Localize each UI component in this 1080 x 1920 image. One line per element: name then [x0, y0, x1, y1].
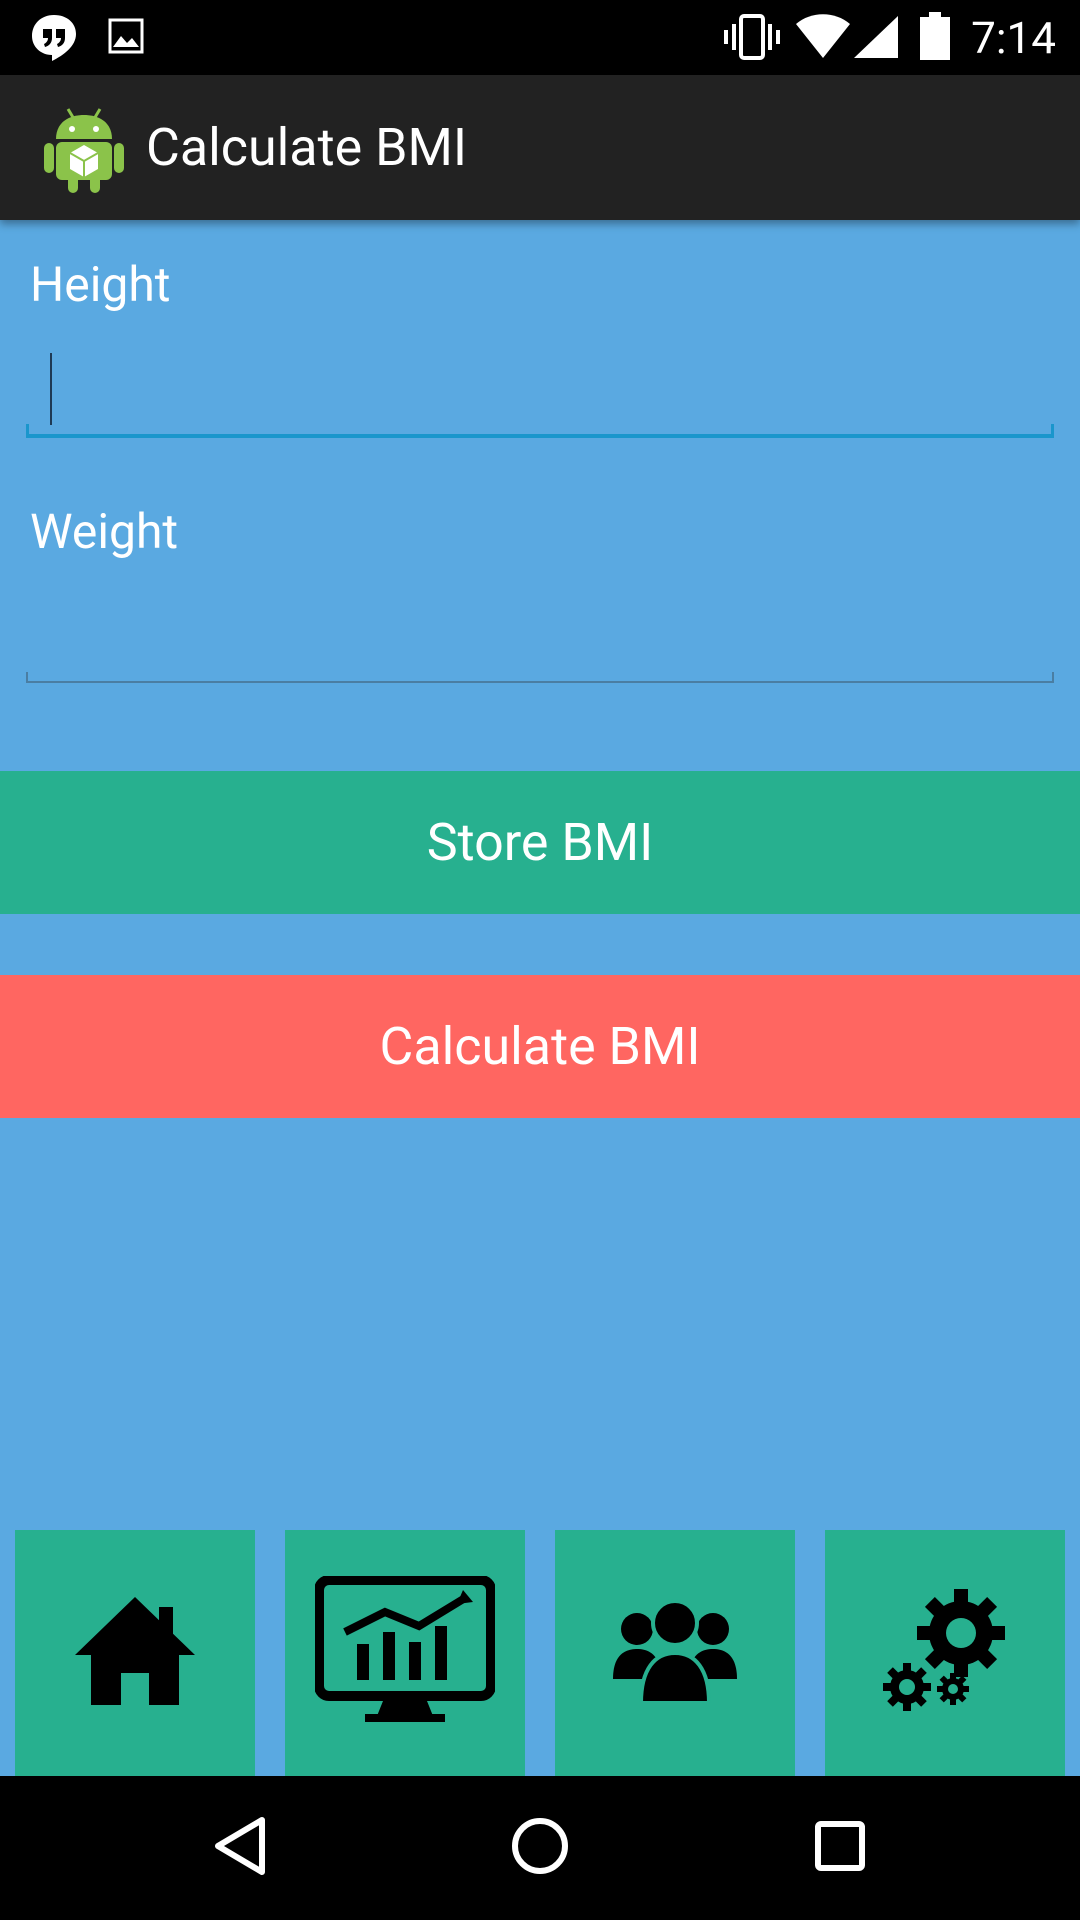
text-cursor — [50, 353, 52, 425]
wifi-icon — [796, 14, 850, 62]
page-title: Calculate BMI — [146, 117, 468, 178]
android-icon — [44, 103, 124, 197]
weight-input[interactable] — [26, 580, 1058, 682]
height-input[interactable] — [26, 340, 1058, 442]
store-bmi-button[interactable]: Store BMI — [0, 771, 1080, 914]
signal-icon — [854, 16, 898, 62]
back-button[interactable] — [160, 1776, 320, 1920]
battery-icon — [920, 12, 950, 64]
weight-input-edge — [1052, 672, 1054, 682]
height-input-edge — [26, 424, 29, 436]
settings-tile[interactable] — [825, 1530, 1065, 1776]
analytics-tile[interactable] — [285, 1530, 525, 1776]
clock: 7:14 — [971, 12, 1056, 64]
weight-input-edge — [26, 672, 28, 682]
users-icon — [613, 1599, 737, 1707]
home-circle-icon — [510, 1816, 570, 1880]
back-icon — [212, 1816, 268, 1880]
weight-label: Weight — [30, 503, 179, 560]
navigation-bar — [0, 1776, 1080, 1920]
height-input-edge — [1051, 424, 1054, 436]
settings-gears-icon — [883, 1589, 1007, 1717]
image-icon — [108, 18, 144, 58]
height-label: Height — [30, 256, 171, 313]
home-nav-button[interactable] — [460, 1776, 620, 1920]
vibrate-icon — [724, 14, 780, 64]
hangouts-icon — [30, 13, 78, 65]
recents-button[interactable] — [760, 1776, 920, 1920]
home-icon — [73, 1595, 197, 1711]
recents-icon — [815, 1821, 865, 1875]
home-tile[interactable] — [15, 1530, 255, 1776]
height-input-underline — [26, 434, 1054, 438]
status-bar: 7:14 — [0, 0, 1080, 75]
weight-input-underline — [26, 681, 1054, 683]
action-bar: Calculate BMI — [0, 75, 1080, 220]
users-tile[interactable] — [555, 1530, 795, 1776]
analytics-monitor-icon — [314, 1575, 496, 1730]
calculate-bmi-button[interactable]: Calculate BMI — [0, 975, 1080, 1118]
